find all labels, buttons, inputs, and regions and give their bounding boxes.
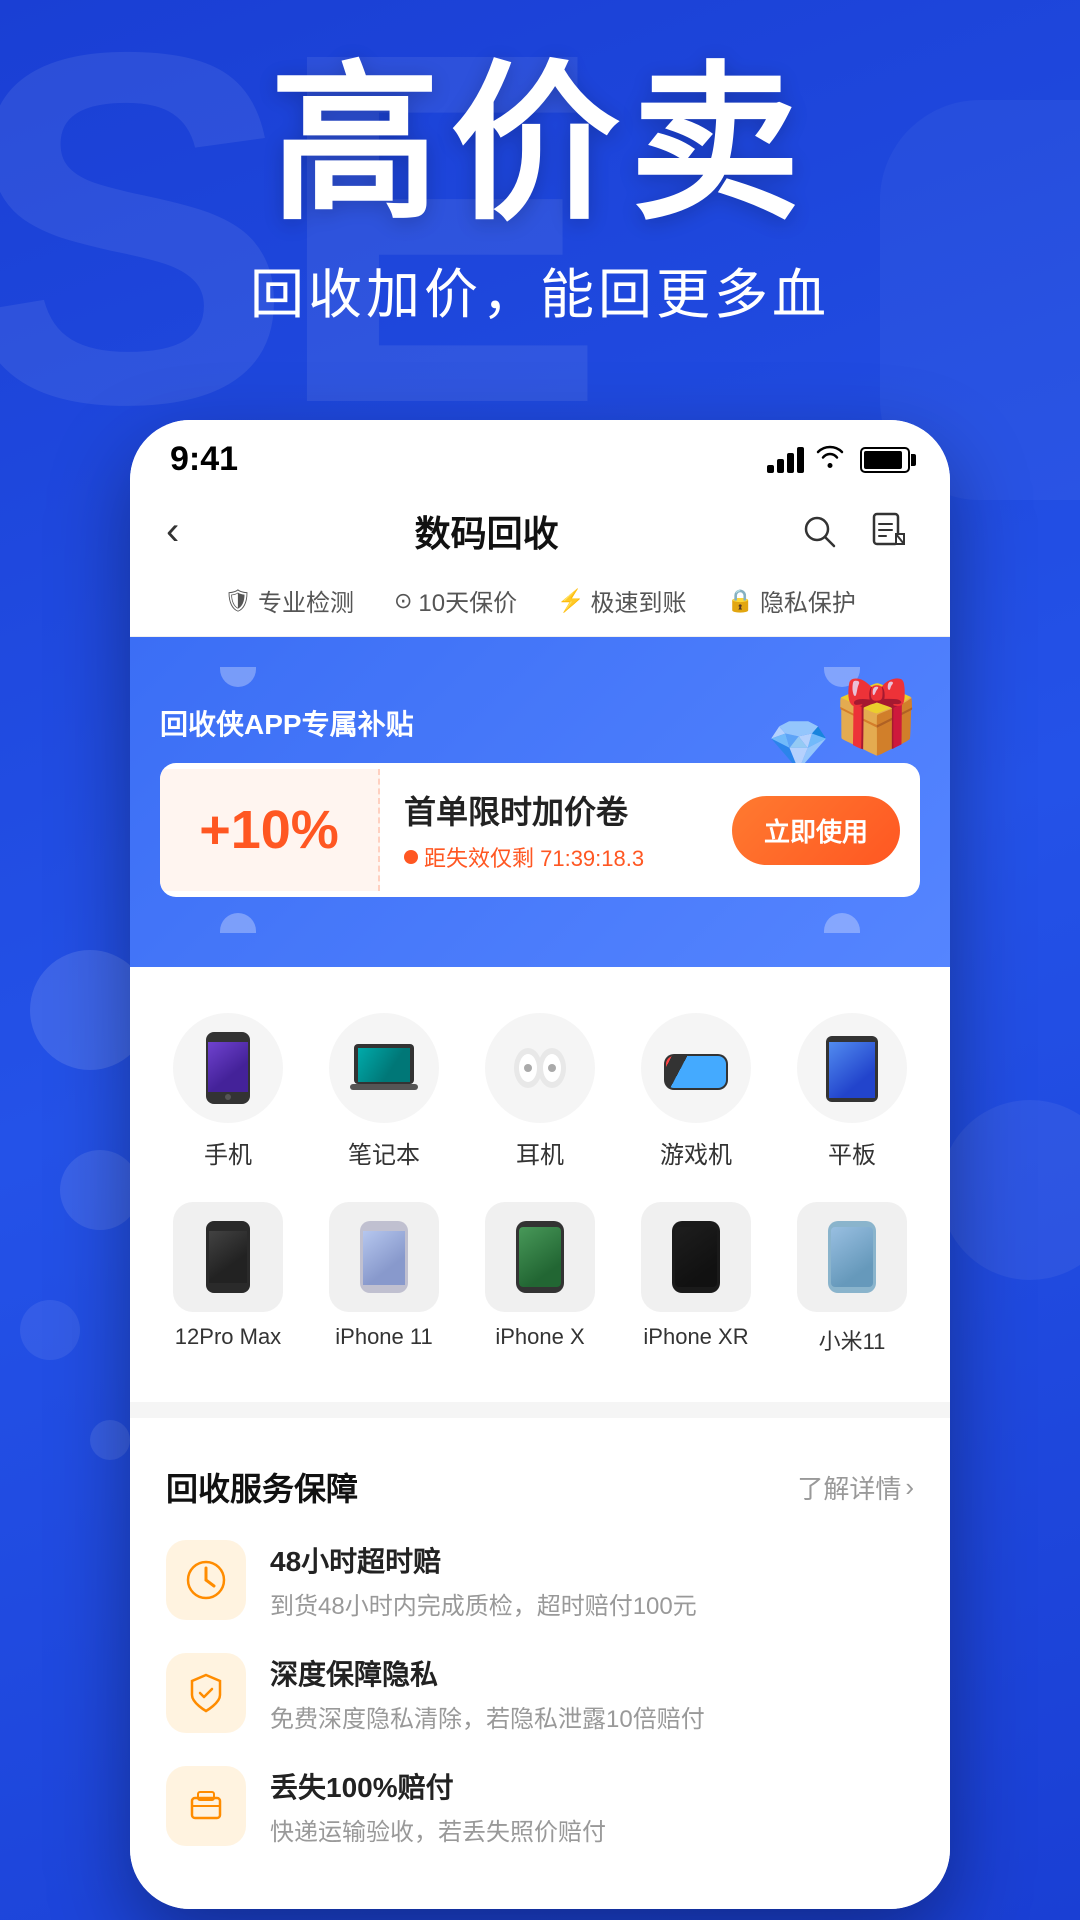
category-section: 手机 — [130, 967, 950, 1402]
tablet-icon-wrap — [797, 1013, 907, 1123]
service-content-2: 丢失100%赔付 快递运输验收，若丢失照价赔付 — [270, 1766, 606, 1847]
quick-phone-0[interactable]: 12Pro Max — [150, 1186, 306, 1372]
coupon-percent: +10% — [180, 799, 358, 861]
service-content-1: 深度保障隐私 免费深度隐私清除，若隐私泄露10倍赔付 — [270, 1653, 705, 1734]
coupon-card: +10% 首单限时加价卷 距失效仅剩 71:39:18.3 立即使用 — [160, 763, 920, 897]
category-phone[interactable]: 手机 — [150, 997, 306, 1186]
feature-tag-label-0: 专业检测 — [258, 583, 354, 618]
coupon-right: 首单限时加价卷 距失效仅剩 71:39:18.3 — [380, 763, 732, 897]
service-icon-2 — [166, 1766, 246, 1846]
phone-iphonex-img — [485, 1202, 595, 1312]
quick-phone-1-label: iPhone 11 — [335, 1324, 432, 1350]
lock-icon: 🔒 — [727, 588, 754, 614]
service-item-desc-1: 免费深度隐私清除，若隐私泄露10倍赔付 — [270, 1699, 705, 1734]
phone-mockup: 9:41 ‹ 数码回收 — [130, 420, 950, 1909]
price-icon: ⊙ — [394, 588, 412, 614]
wifi-icon — [814, 443, 846, 476]
category-grid: 手机 — [150, 997, 930, 1186]
service-item-title-1: 深度保障隐私 — [270, 1653, 705, 1693]
service-content-0: 48小时超时赔 到货48小时内完成质检，超时赔付100元 — [270, 1540, 697, 1621]
category-game-label: 游戏机 — [660, 1135, 732, 1170]
phone-iphonexr-img — [641, 1202, 751, 1312]
status-bar: 9:41 — [130, 420, 950, 489]
service-link-text: 了解详情 — [797, 1469, 901, 1506]
category-phone-label: 手机 — [204, 1135, 252, 1170]
battery-icon — [860, 447, 910, 473]
service-header: 回收服务保障 了解详情 › — [166, 1464, 914, 1510]
hero-subtitle: 回收加价，能回更多血 — [0, 250, 1080, 329]
category-tablet-label: 平板 — [828, 1135, 876, 1170]
category-earphone-label: 耳机 — [516, 1135, 564, 1170]
service-item-0: 48小时超时赔 到货48小时内完成质检，超时赔付100元 — [166, 1540, 914, 1621]
feature-tag-2: ⚡ 极速到账 — [557, 583, 686, 618]
quick-phone-1[interactable]: iPhone 11 — [306, 1186, 462, 1372]
feature-tags: 🛡 专业检测 ⊙ 10天保价 ⚡ 极速到账 🔒 隐私保护 — [130, 573, 950, 637]
quick-phone-0-label: 12Pro Max — [175, 1324, 281, 1350]
doc-button[interactable] — [864, 506, 914, 556]
quick-phones-grid: 12Pro Max iPhone 11 — [150, 1186, 930, 1372]
service-item-title-0: 48小时超时赔 — [270, 1540, 697, 1580]
status-time: 9:41 — [170, 440, 238, 479]
quick-phone-4-label: 小米11 — [819, 1324, 886, 1356]
gift-decoration: 🎁 — [833, 677, 920, 759]
service-icon-0 — [166, 1540, 246, 1620]
hero-section: 高价卖 回收加价，能回更多血 — [0, 60, 1080, 329]
quick-phone-4[interactable]: 小米11 — [774, 1186, 930, 1372]
coupon-timer-label: 距失效仅剩 71:39:18.3 — [424, 841, 644, 873]
signal-icon — [767, 447, 804, 473]
feature-tag-3: 🔒 隐私保护 — [727, 583, 856, 618]
feature-tag-1: ⊙ 10天保价 — [394, 583, 517, 618]
feature-tag-label-3: 隐私保护 — [760, 583, 856, 618]
service-item-title-2: 丢失100%赔付 — [270, 1766, 606, 1806]
service-section: 回收服务保障 了解详情 › 48小时超时赔 到货48小时内完成质检，超时赔付10… — [130, 1434, 950, 1909]
quick-phone-2[interactable]: iPhone X — [462, 1186, 618, 1372]
category-earphone[interactable]: 耳机 — [462, 997, 618, 1186]
service-item-2: 丢失100%赔付 快递运输验收，若丢失照价赔付 — [166, 1766, 914, 1847]
category-tablet[interactable]: 平板 — [774, 997, 930, 1186]
category-laptop[interactable]: 笔记本 — [306, 997, 462, 1186]
banner-section: 回收侠APP专属补贴 🎁 💎 +10% 首单限时加价卷 距失效仅剩 71:39:… — [130, 637, 950, 967]
earphone-icon-wrap — [485, 1013, 595, 1123]
search-button[interactable] — [794, 506, 844, 556]
chevron-right-icon: › — [905, 1472, 914, 1503]
nav-bar: ‹ 数码回收 — [130, 489, 950, 573]
category-game[interactable]: 游戏机 — [618, 997, 774, 1186]
service-title: 回收服务保障 — [166, 1464, 358, 1510]
phone-xiaomi11-img — [797, 1202, 907, 1312]
service-item-1: 深度保障隐私 免费深度隐私清除，若隐私泄露10倍赔付 — [166, 1653, 914, 1734]
feature-tag-label-1: 10天保价 — [418, 583, 517, 618]
phone-icon-wrap — [173, 1013, 283, 1123]
service-icon-1 — [166, 1653, 246, 1733]
phone-iphone11-img — [329, 1202, 439, 1312]
laptop-icon-wrap — [329, 1013, 439, 1123]
category-laptop-label: 笔记本 — [348, 1135, 420, 1170]
coupon-timer: 距失效仅剩 71:39:18.3 — [404, 841, 708, 873]
feature-tag-0: 🛡 专业检测 — [224, 583, 354, 618]
quick-phone-2-label: iPhone X — [495, 1324, 584, 1350]
coupon-title: 首单限时加价卷 — [404, 787, 708, 833]
nav-actions — [794, 506, 914, 556]
game-icon-wrap — [641, 1013, 751, 1123]
phone-12promax-img — [173, 1202, 283, 1312]
back-button[interactable]: ‹ — [166, 509, 179, 554]
service-item-desc-2: 快递运输验收，若丢失照价赔付 — [270, 1812, 606, 1847]
shield-icon: 🛡 — [224, 588, 252, 614]
service-detail-link[interactable]: 了解详情 › — [797, 1469, 914, 1506]
quick-phone-3-label: iPhone XR — [643, 1324, 748, 1350]
timer-dot — [404, 850, 418, 864]
section-divider — [130, 1402, 950, 1418]
lightning-icon: ⚡ — [557, 588, 584, 614]
status-icons — [767, 443, 910, 476]
coupon-left: +10% — [160, 769, 380, 891]
feature-tag-label-2: 极速到账 — [591, 583, 687, 618]
nav-title: 数码回收 — [415, 505, 559, 557]
hero-title: 高价卖 — [0, 60, 1080, 230]
service-item-desc-0: 到货48小时内完成质检，超时赔付100元 — [270, 1586, 697, 1621]
coupon-use-button[interactable]: 立即使用 — [732, 796, 900, 865]
quick-phone-3[interactable]: iPhone XR — [618, 1186, 774, 1372]
